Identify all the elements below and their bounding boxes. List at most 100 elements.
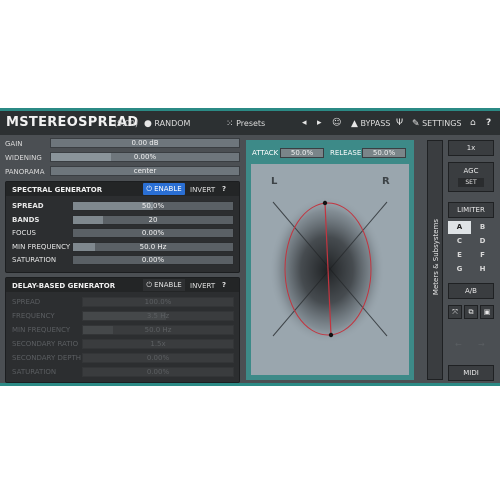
spectral-param-label: BANDS <box>12 215 40 224</box>
spectral-generator-panel: SPECTRAL GENERATOR ⏻ ENABLE INVERT ? SPR… <box>5 181 240 273</box>
dice-icon: ● <box>144 119 152 129</box>
spectral-param-value: 50.0% <box>141 202 165 210</box>
ab-slot-g[interactable]: G <box>448 263 471 276</box>
zoom-button[interactable]: 1x <box>448 140 494 156</box>
delay-param-slider[interactable]: 0.00% <box>82 367 234 377</box>
preset-options-icon[interactable]: ☺ <box>332 118 341 128</box>
stereo-scope: L R <box>251 164 409 375</box>
spectral-enable-button[interactable]: ⏻ ENABLE <box>143 183 185 195</box>
help-button[interactable]: ? <box>486 118 491 128</box>
gain-slider[interactable]: 0.00 dB <box>50 138 240 148</box>
delay-param-label: SATURATION <box>12 368 57 376</box>
spectral-enable-label: ENABLE <box>154 185 182 193</box>
agc-set-button[interactable]: SET <box>458 178 484 187</box>
ab-copy-to-a-icon[interactable]: ⤧ <box>448 305 462 319</box>
settings-button[interactable]: ✎ SETTINGS <box>412 119 461 129</box>
ab-slot-b[interactable]: B <box>471 221 494 234</box>
midi-button[interactable]: MIDI <box>448 365 494 381</box>
delay-param-label: MIN FREQUENCY <box>12 326 71 334</box>
delay-param-slider[interactable]: 1.5x <box>82 339 234 349</box>
delay-title: DELAY-BASED GENERATOR <box>12 282 116 290</box>
delay-param-value: 1.5x <box>150 340 166 348</box>
ab-slot-d[interactable]: D <box>471 235 494 248</box>
grid-icon: ⁙ <box>226 119 234 129</box>
panorama-label: PANORAMA <box>5 168 45 176</box>
spectral-param-slider[interactable]: 0.00% <box>72 255 234 265</box>
meters-subsystems-tab[interactable]: Meters & Subsystems <box>427 140 443 380</box>
agc-label[interactable]: AGC <box>449 167 493 175</box>
ab-slot-h[interactable]: H <box>471 263 494 276</box>
delay-enable-label: ENABLE <box>154 281 182 289</box>
bypass-button[interactable]: ▲ BYPASS <box>351 119 390 129</box>
delay-param-value: 100.0% <box>144 298 172 306</box>
random-button[interactable]: ● RANDOM <box>144 119 190 129</box>
spectral-help-button[interactable]: ? <box>222 185 226 193</box>
limiter-button[interactable]: LIMITER <box>448 202 494 218</box>
delay-param-slider[interactable]: 100.0% <box>82 297 234 307</box>
spectral-param-label: SATURATION <box>12 256 57 264</box>
stereo-cloud <box>269 196 385 344</box>
agc-panel: AGC SET <box>448 162 494 192</box>
wrench-icon: ✎ <box>412 119 420 129</box>
plugin-window: MSTEREOSPREAD (9.00) ● RANDOM ⁙ Presets … <box>0 108 500 386</box>
spectral-invert-button[interactable]: INVERT <box>190 186 215 194</box>
home-icon[interactable]: ⌂ <box>470 118 476 128</box>
attack-slider[interactable]: 50.0% <box>280 148 324 158</box>
delay-enable-button[interactable]: ⏻ ENABLE <box>143 279 185 291</box>
power-icon: ⏻ <box>146 185 152 193</box>
power-icon: ⏻ <box>146 281 152 289</box>
scope-frame: ATTACK 50.0% RELEASE 50.0% L R <box>246 140 414 380</box>
delay-header: DELAY-BASED GENERATOR ⏻ ENABLE INVERT ? <box>6 278 239 292</box>
delay-param-label: SECONDARY DEPTH <box>12 354 82 362</box>
delay-param-slider[interactable]: 0.00% <box>82 353 234 363</box>
spectral-param-value: 50.0 Hz <box>139 242 167 251</box>
spectral-param-label: FOCUS <box>12 229 36 237</box>
release-slider[interactable]: 50.0% <box>362 148 406 158</box>
release-value: 50.0% <box>372 149 396 157</box>
ab-slot-e[interactable]: E <box>448 249 471 262</box>
gain-label: GAIN <box>5 140 23 148</box>
left-channel-label: L <box>271 176 278 187</box>
ellipse-top-handle <box>322 200 328 206</box>
delay-param-value: 0.00% <box>146 354 170 362</box>
delay-param-value: 50.0 Hz <box>144 326 172 334</box>
widening-slider[interactable]: 0.00% <box>50 152 240 162</box>
delay-param-label: FREQUENCY <box>12 312 55 320</box>
spectral-param-slider[interactable]: 0.00% <box>72 228 234 238</box>
delay-param-slider[interactable]: 50.0 Hz <box>82 325 234 335</box>
undo-icon[interactable]: ← <box>455 340 462 349</box>
ab-slot-grid: ABCDEFGH <box>448 221 494 279</box>
ab-slot-f[interactable]: F <box>471 249 494 262</box>
spectral-param-label: SPREAD <box>12 202 44 210</box>
ab-slot-a[interactable]: A <box>448 221 471 234</box>
delay-param-slider[interactable]: 3.5 Hz <box>82 311 234 321</box>
spectral-param-slider[interactable]: 50.0% <box>72 201 234 211</box>
ab-copy-icon[interactable]: ⧉ <box>464 305 478 319</box>
delay-param-label: SECONDARY RATIO <box>12 340 79 348</box>
delay-help-button[interactable]: ? <box>222 281 226 289</box>
attack-label: ATTACK <box>252 149 279 157</box>
tuning-fork-icon[interactable]: Ψ <box>396 118 403 128</box>
meters-subsystems-label: Meters & Subsystems <box>432 218 440 296</box>
ab-slot-c[interactable]: C <box>448 235 471 248</box>
panorama-slider[interactable]: center <box>50 166 240 176</box>
ab-paste-icon[interactable]: ▣ <box>480 305 494 319</box>
attack-value: 50.0% <box>290 149 314 157</box>
ellipse-bottom-handle <box>328 332 334 338</box>
delay-param-label: SPREAD <box>12 298 41 306</box>
redo-icon[interactable]: → <box>478 340 485 349</box>
release-label: RELEASE <box>330 149 362 157</box>
delay-generator-panel: DELAY-BASED GENERATOR ⏻ ENABLE INVERT ? … <box>5 277 240 383</box>
prev-preset-icon[interactable]: ◂ <box>302 118 307 128</box>
gain-value: 0.00 dB <box>131 139 159 147</box>
bypass-icon: ▲ <box>351 119 358 129</box>
spectral-param-slider[interactable]: 20 <box>72 214 234 225</box>
plugin-version: (9.00) <box>114 119 139 128</box>
next-preset-icon[interactable]: ▸ <box>317 118 322 128</box>
delay-invert-button[interactable]: INVERT <box>190 282 215 290</box>
ab-button[interactable]: A/B <box>448 283 494 299</box>
widening-value: 0.00% <box>133 153 157 161</box>
presets-button[interactable]: ⁙ Presets <box>226 119 265 129</box>
spectral-param-value: 20 <box>148 215 158 224</box>
spectral-param-slider[interactable]: 50.0 Hz <box>72 241 234 252</box>
